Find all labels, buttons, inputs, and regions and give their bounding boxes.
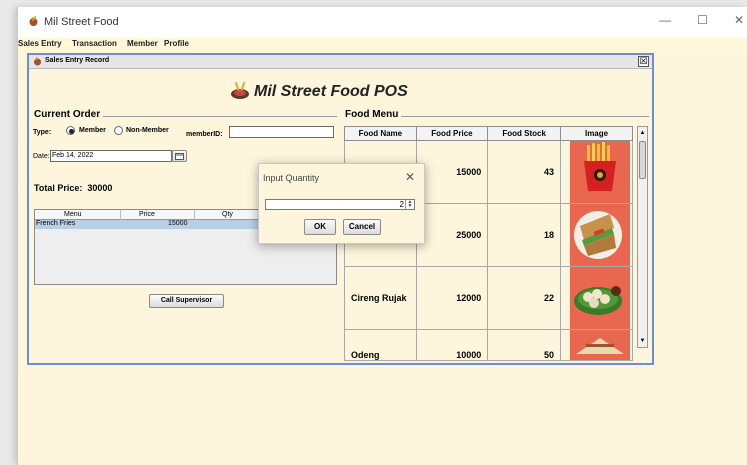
internal-frame-close-button[interactable]: ☒	[638, 56, 649, 67]
cell-image	[560, 329, 633, 361]
quantity-spinner[interactable]: 2 ▲ ▼	[265, 199, 415, 210]
col-divider	[120, 210, 121, 220]
scroll-down-arrow-icon[interactable]: ▼	[639, 336, 646, 346]
cell-food-name: Cireng Rujak	[344, 266, 417, 330]
order-cell-menu: French Fries	[36, 220, 76, 227]
cireng-image	[570, 267, 631, 329]
radio-dot	[69, 129, 74, 134]
scroll-up-arrow-icon[interactable]: ▲	[639, 128, 646, 138]
col-divider	[194, 210, 195, 220]
app-logo-icon	[29, 16, 38, 26]
food-menu-border	[401, 116, 649, 117]
order-header-menu: Menu	[64, 211, 82, 218]
app-window: Mil Street Food — ☐ ✕ Sales Entry Transa…	[17, 7, 747, 465]
quantity-value: 2	[399, 200, 404, 209]
cell-food-price: 12000	[415, 266, 489, 330]
window-controls: — ☐ ✕	[659, 13, 744, 27]
menu-profile[interactable]: Profile	[164, 39, 189, 48]
food-menu-legend: Food Menu	[345, 109, 399, 120]
cell-food-price: 25000	[415, 203, 489, 267]
odeng-image	[570, 330, 631, 360]
pos-logo-icon	[231, 81, 249, 99]
table-row[interactable]: Cireng Rujak 12000 22	[344, 266, 633, 330]
title-bar: Mil Street Food — ☐ ✕	[18, 7, 747, 38]
cell-food-price: 15000	[415, 140, 489, 204]
internal-frame-titlebar: Sales Entry Record ☒	[29, 55, 652, 69]
food-table-header: Food Name Food Price Food Stock Image	[344, 126, 633, 141]
header-image[interactable]: Image	[560, 126, 633, 141]
frame-logo-icon	[34, 57, 41, 66]
call-supervisor-button[interactable]: Call Supervisor	[149, 294, 224, 308]
order-header-price: Price	[139, 211, 155, 218]
member-radio[interactable]	[66, 126, 75, 135]
cell-food-stock: 22	[487, 266, 562, 330]
cancel-button[interactable]: Cancel	[343, 219, 381, 235]
french-fries-image	[570, 141, 631, 203]
ok-button[interactable]: OK	[304, 219, 336, 235]
internal-frame-title: Sales Entry Record	[45, 57, 110, 64]
pos-title: Mil Street Food POS	[254, 83, 408, 100]
type-label: Type:	[33, 129, 52, 136]
dialog-close-button[interactable]: ✕	[405, 170, 415, 184]
current-order-legend: Current Order	[34, 109, 101, 120]
date-label: Date:	[33, 153, 50, 160]
cell-image	[560, 266, 633, 330]
sandwich-image	[570, 204, 631, 266]
cell-food-price: 10000	[415, 329, 489, 361]
non-member-radio[interactable]	[114, 126, 123, 135]
member-id-label: memberID:	[186, 131, 223, 138]
minimize-button[interactable]: —	[659, 13, 671, 27]
close-button[interactable]: ✕	[734, 13, 744, 27]
input-quantity-dialog: Input Quantity ✕ 2 ▲ ▼ OK Cancel	[258, 163, 425, 244]
header-food-stock[interactable]: Food Stock	[487, 126, 562, 141]
member-option-label: Member	[79, 127, 106, 134]
date-input[interactable]: Feb 14, 2022	[50, 150, 172, 162]
order-header-qty: Qty	[222, 211, 233, 218]
menu-bar: Sales Entry Transaction Member Profile	[18, 38, 747, 52]
cell-food-stock: 50	[487, 329, 562, 361]
dialog-title: Input Quantity	[263, 173, 320, 183]
food-table-scrollbar[interactable]: ▲ ▼	[637, 126, 648, 348]
cell-image	[560, 203, 633, 267]
order-cell-price: 15000	[168, 220, 188, 227]
table-row[interactable]: Odeng 10000 50	[344, 329, 633, 361]
header-food-name[interactable]: Food Name	[344, 126, 417, 141]
window-title: Mil Street Food	[44, 16, 119, 28]
total-price: Total Price: 30000	[34, 183, 113, 193]
menu-member[interactable]: Member	[127, 39, 158, 48]
calendar-button[interactable]	[172, 150, 187, 162]
cell-food-stock: 43	[487, 140, 562, 204]
menu-sales-entry[interactable]: Sales Entry	[18, 39, 62, 48]
header-food-price[interactable]: Food Price	[415, 126, 489, 141]
cell-food-name: Odeng	[344, 329, 417, 361]
non-member-option-label: Non-Member	[126, 127, 169, 134]
menu-transaction[interactable]: Transaction	[72, 39, 117, 48]
cell-food-stock: 18	[487, 203, 562, 267]
maximize-button[interactable]: ☐	[697, 13, 708, 27]
scroll-thumb[interactable]	[639, 141, 646, 179]
spinner-arrows-icon[interactable]: ▲ ▼	[405, 200, 414, 209]
cell-image	[560, 140, 633, 204]
calendar-icon	[175, 153, 184, 160]
member-id-input[interactable]	[229, 126, 334, 138]
dialog-titlebar: Input Quantity ✕	[259, 164, 424, 191]
current-order-border	[103, 116, 337, 117]
